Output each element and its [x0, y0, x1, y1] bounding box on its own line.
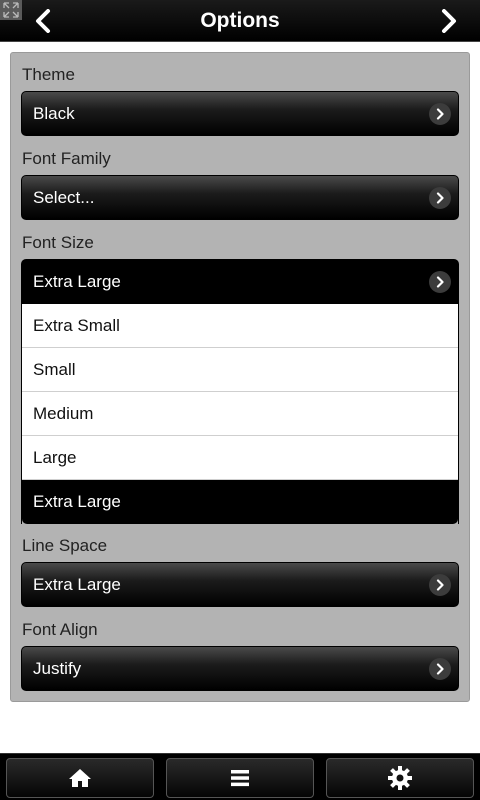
settings-button[interactable]: [326, 758, 474, 798]
home-button[interactable]: [6, 758, 154, 798]
chevron-right-icon: [442, 9, 456, 33]
font-family-select[interactable]: Select...: [21, 175, 459, 220]
theme-select[interactable]: Black: [21, 91, 459, 136]
option-medium[interactable]: Medium: [22, 392, 458, 436]
font-family-value: Select...: [33, 188, 95, 207]
font-size-label: Font Size: [22, 233, 94, 252]
option-extra-small[interactable]: Extra Small: [22, 304, 458, 348]
option-large[interactable]: Large: [22, 436, 458, 480]
font-size-value: Extra Large: [33, 272, 121, 291]
font-family-label: Font Family: [22, 149, 111, 168]
gear-icon: [388, 766, 412, 790]
font-align-value: Justify: [33, 659, 82, 678]
line-space-select[interactable]: Extra Large: [21, 562, 459, 607]
header-bar: Options: [0, 0, 480, 42]
forward-button[interactable]: [431, 5, 467, 37]
line-space-value: Extra Large: [33, 575, 121, 594]
chevron-right-icon: [429, 187, 451, 209]
font-size-options: Extra Small Small Medium Large Extra Lar…: [21, 304, 459, 524]
home-icon: [69, 769, 91, 787]
font-align-label: Font Align: [22, 620, 98, 639]
options-panel: Theme Black Font Family Select... Font S…: [10, 52, 470, 702]
chevron-right-icon: [429, 658, 451, 680]
chevron-right-icon: [429, 103, 451, 125]
menu-icon: [231, 770, 249, 787]
chevron-right-icon: [429, 574, 451, 596]
line-space-label: Line Space: [22, 536, 108, 555]
font-size-select[interactable]: Extra Large: [21, 259, 459, 304]
theme-value: Black: [33, 104, 75, 123]
font-align-select[interactable]: Justify: [21, 646, 459, 691]
theme-label: Theme: [22, 65, 75, 84]
option-extra-large[interactable]: Extra Large: [22, 480, 458, 524]
bottom-toolbar: [0, 753, 480, 800]
menu-button[interactable]: [166, 758, 314, 798]
option-small[interactable]: Small: [22, 348, 458, 392]
chevron-right-icon: [429, 271, 451, 293]
page-title: Options: [200, 9, 280, 32]
